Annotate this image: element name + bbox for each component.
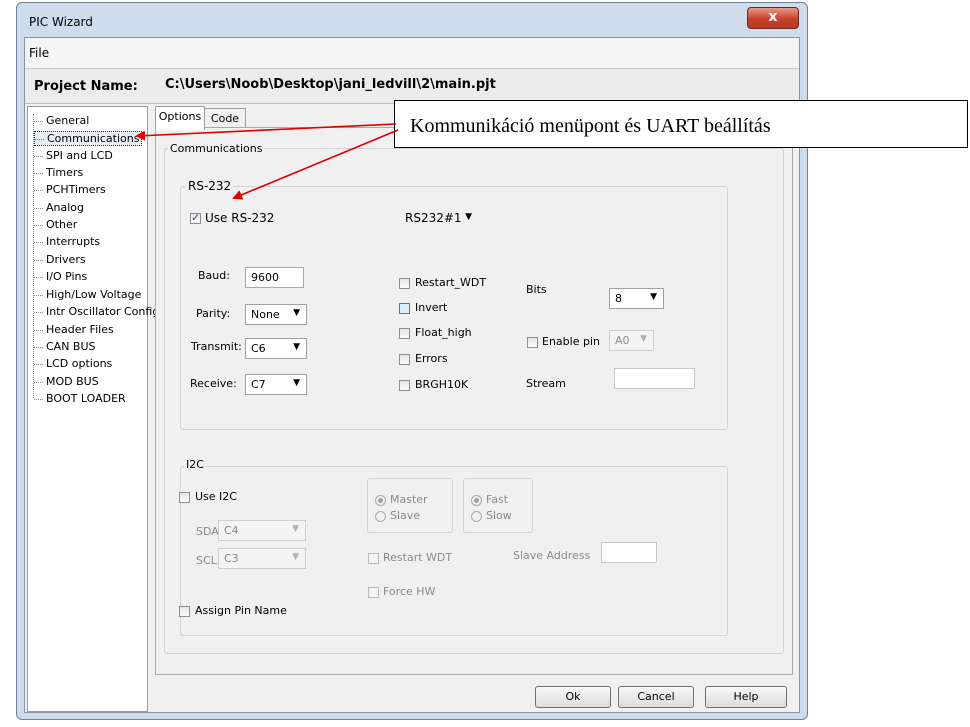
arrow-to-use-rs232: [232, 129, 399, 200]
tab-options[interactable]: Options: [155, 106, 205, 130]
annotation-arrows: [135, 123, 399, 200]
